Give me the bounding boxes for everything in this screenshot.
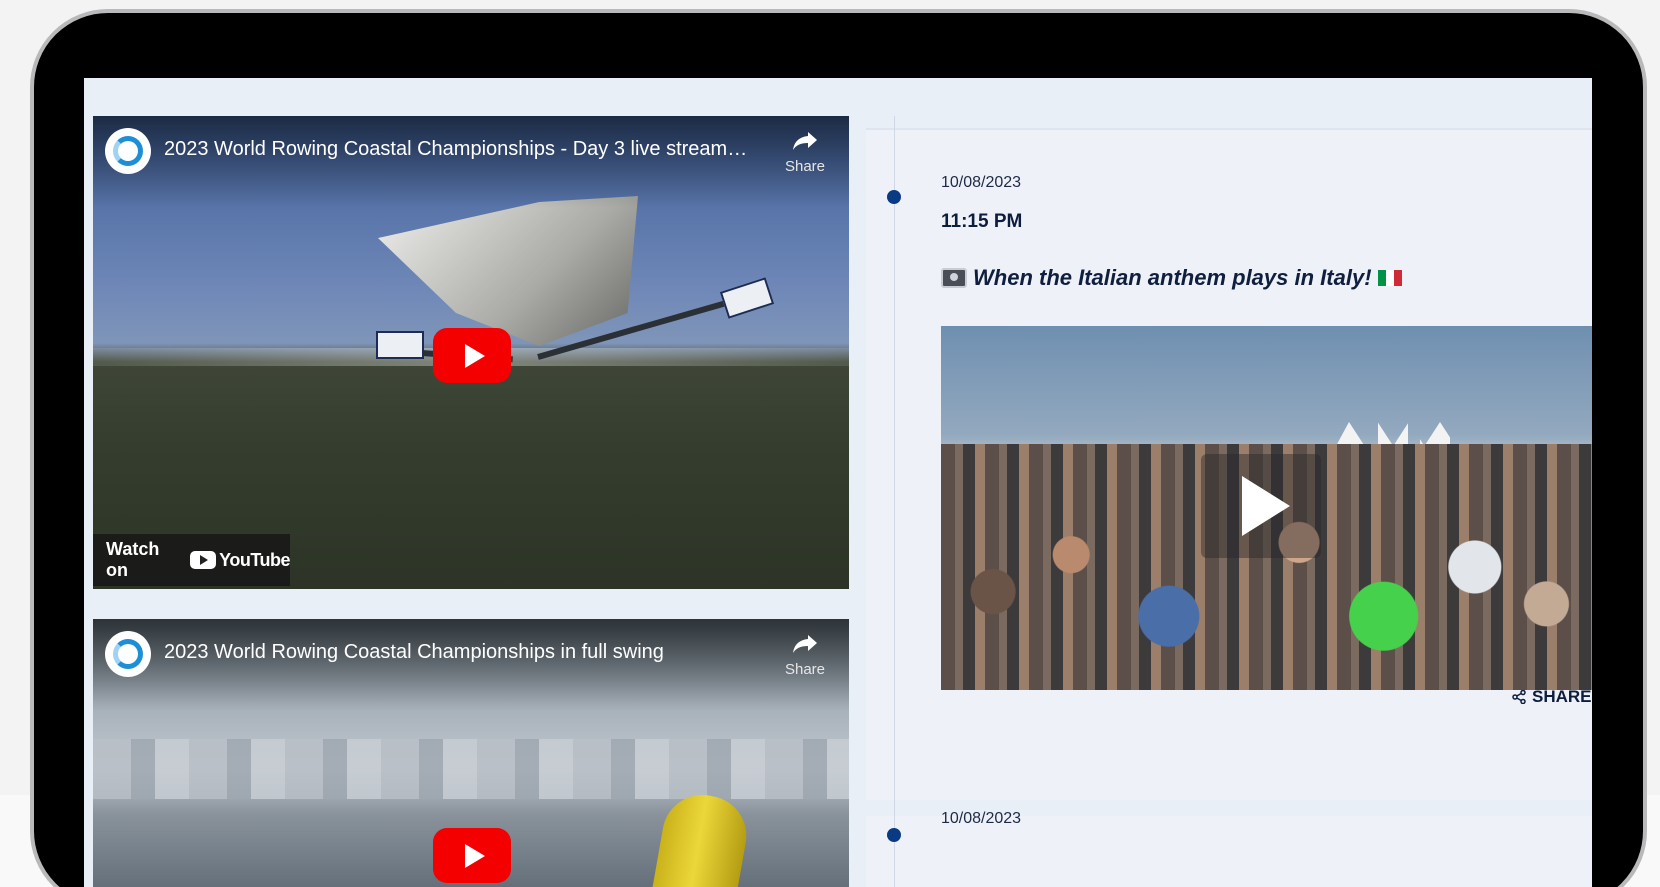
share-arrow-icon xyxy=(793,635,817,653)
oar-blade xyxy=(719,277,775,319)
youtube-wordmark: YouTube xyxy=(219,549,290,570)
play-button-icon[interactable] xyxy=(433,328,511,383)
video-title-bar xyxy=(93,619,849,711)
post-date: 10/08/2023 xyxy=(941,174,1022,191)
play-button-icon[interactable] xyxy=(433,828,511,883)
post-date: 10/08/2023 xyxy=(941,810,1022,827)
share-label: Share xyxy=(784,158,826,175)
youtube-embed-day3-livestream[interactable]: 2023 World Rowing Coastal Championships … xyxy=(93,116,849,589)
share-arrow-icon xyxy=(793,132,817,150)
beach-tents xyxy=(1336,422,1466,446)
share-post-button[interactable]: SHARE xyxy=(1512,687,1592,707)
share-label: SHARE xyxy=(1532,687,1592,706)
timeline-line xyxy=(894,116,895,887)
video-title[interactable]: 2023 World Rowing Coastal Championships … xyxy=(164,138,754,161)
timeline-dot xyxy=(887,190,901,204)
video-camera-icon xyxy=(941,268,967,288)
yellow-buoy xyxy=(647,788,753,887)
share-button[interactable]: Share xyxy=(775,633,835,678)
share-label: Share xyxy=(784,661,826,678)
post-headline: When the Italian anthem plays in Italy! xyxy=(941,265,1402,291)
youtube-logo-icon xyxy=(190,551,217,569)
italy-flag-icon xyxy=(1377,270,1402,286)
play-icon[interactable] xyxy=(1201,454,1321,558)
channel-logo[interactable] xyxy=(105,128,151,174)
watch-on-youtube-button[interactable]: Watch on YouTube xyxy=(93,534,290,586)
watch-on-label: Watch on xyxy=(106,539,160,580)
video-title-bar xyxy=(93,116,849,208)
timeline-dot xyxy=(887,828,901,842)
post-time: 11:15 PM xyxy=(941,211,1023,232)
post-video-player[interactable] xyxy=(941,326,1592,690)
post-headline-text: When the Italian anthem plays in Italy! xyxy=(973,265,1372,290)
city-skyline xyxy=(93,739,849,799)
rowing-boat xyxy=(378,196,638,346)
youtube-logo: YouTube xyxy=(190,550,290,571)
share-button[interactable]: Share xyxy=(775,130,835,175)
channel-logo[interactable] xyxy=(105,631,151,677)
youtube-embed-full-swing[interactable]: 2023 World Rowing Coastal Championships … xyxy=(93,619,849,887)
video-title[interactable]: 2023 World Rowing Coastal Championships … xyxy=(164,641,754,664)
share-icon xyxy=(1512,690,1526,704)
oar-blade xyxy=(376,331,424,359)
browser-screen: 2023 World Rowing Coastal Championships … xyxy=(84,78,1592,887)
